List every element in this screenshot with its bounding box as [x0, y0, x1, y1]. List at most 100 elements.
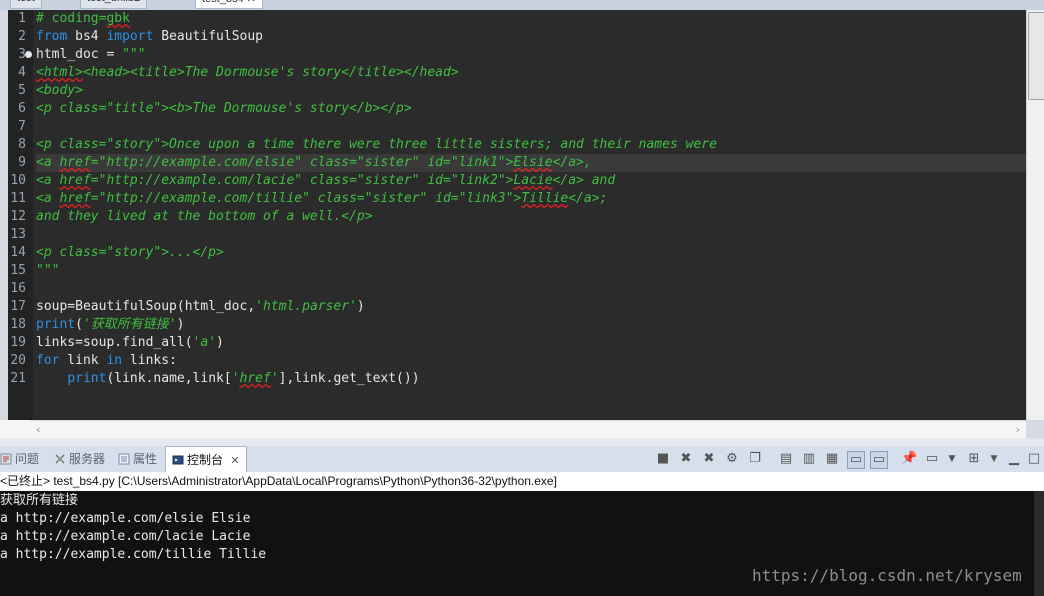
code-token: ],link.get_text()) [278, 371, 420, 386]
code-token: </a>; [568, 191, 608, 206]
code-token: <html> [36, 65, 83, 80]
code-line[interactable] [36, 226, 1026, 244]
copy-icon[interactable]: ❐ [747, 451, 763, 467]
open-console-icon[interactable]: ⊞ [966, 451, 982, 467]
code-line[interactable]: <a href="http://example.com/elsie" class… [36, 154, 1026, 172]
code-line[interactable]: and they lived at the bottom of a well.<… [36, 208, 1026, 226]
code-line[interactable] [36, 118, 1026, 136]
code-token: (link.name,link[ [106, 371, 232, 386]
servers-icon [54, 448, 66, 464]
line-number: 8 [18, 137, 26, 152]
code-line[interactable]: """ [36, 262, 1026, 280]
code-editor[interactable]: 1 2 3 4 5 6 7 8 9 10 11 12 13 14 15 16 17 18 19 20 21 # codi… [8, 10, 1026, 420]
code-line[interactable]: print('获取所有链接') [36, 316, 1026, 334]
console-status: <已终止> test_bs4.py [C:\Users\Administrato… [0, 472, 1044, 492]
code-token: <a [36, 155, 60, 170]
code-token: <p class="story">...</p> [36, 245, 224, 260]
display-console-chevron-down-icon[interactable]: ▼ [944, 451, 960, 467]
code-area[interactable]: # coding=gbk from bs4 import BeautifulSou… [36, 10, 1026, 420]
panel-separator [0, 438, 1044, 446]
code-token: for [36, 353, 60, 368]
watermark: https://blog.csdn.net/krysem [752, 566, 1022, 585]
tab-properties-label: 属性 [133, 452, 158, 466]
code-line[interactable]: <p class="title"><b>The Dormouse's story… [36, 100, 1026, 118]
code-token: """ [122, 47, 146, 62]
code-line[interactable]: # coding=gbk [36, 10, 1026, 28]
code-token: <p class="story">Once upon a time there … [36, 137, 717, 152]
code-line[interactable]: <a href="http://example.com/lacie" class… [36, 172, 1026, 190]
code-line[interactable]: html_doc = """ [36, 46, 1026, 64]
problems-icon [0, 448, 12, 465]
scroll-right-icon[interactable]: › [1016, 423, 1020, 436]
stop-icon[interactable]: ■ [655, 451, 671, 467]
show-on-stderr-icon[interactable]: ▭ [870, 451, 888, 469]
line-number: 13 [10, 227, 26, 242]
code-line[interactable] [36, 280, 1026, 298]
word-wrap-icon[interactable]: ▦ [824, 451, 840, 467]
tab-console[interactable]: 控制台 ✕ [165, 446, 247, 473]
editor-tab-test-urllib2[interactable]: test_urllib2 [80, 0, 148, 9]
code-line[interactable]: <a href="http://example.com/tillie" clas… [36, 190, 1026, 208]
code-token: 'html.parser' [255, 299, 357, 314]
code-token: # coding= [36, 11, 107, 26]
line-number: 7 [18, 119, 26, 134]
editor-horizontal-scrollbar[interactable]: ‹ › [30, 420, 1026, 439]
code-token: '获取所有链接' [82, 317, 177, 332]
pin-console-icon[interactable]: 📌 [901, 451, 917, 467]
code-token: <head><title>The Dormouse's story</title… [82, 65, 459, 80]
code-line[interactable]: <html><head><title>The Dormouse's story<… [36, 64, 1026, 82]
code-token: ="http://example.com/tillie" class="sist… [90, 191, 522, 206]
view-tab-bar: 问题 服务器 属性 控制台 ✕ ■ ✖ ✖ ⚙ ❐ ▤ ▥ ▦ ▭ ▭ 📌 ▭ … [0, 446, 1044, 473]
vertical-scroll-thumb[interactable] [1028, 12, 1044, 100]
code-line[interactable]: <body> [36, 82, 1026, 100]
code-token: <body> [36, 83, 83, 98]
minimize-icon[interactable]: ▁ [1006, 451, 1022, 467]
close-console-icon[interactable]: ✕ [230, 455, 239, 467]
code-line[interactable]: print(link.name,link['href'],link.get_te… [36, 370, 1026, 388]
code-line[interactable]: soup=BeautifulSoup(html_doc,'html.parser… [36, 298, 1026, 316]
console-scrollbar[interactable] [1034, 491, 1044, 596]
fold-marker-icon[interactable] [25, 51, 32, 58]
code-token: ="http://example.com/lacie" class="siste… [90, 173, 514, 188]
code-line[interactable]: from bs4 import BeautifulSoup [36, 28, 1026, 46]
code-token: Tillie [521, 191, 569, 206]
tab-servers[interactable]: 服务器 [54, 446, 105, 472]
show-on-stdout-icon[interactable]: ▭ [847, 451, 865, 469]
tab-servers-label: 服务器 [69, 452, 106, 466]
code-line[interactable]: links=soup.find_all('a') [36, 334, 1026, 352]
code-line[interactable]: for link in links: [36, 352, 1026, 370]
editor-vertical-scrollbar[interactable] [1026, 10, 1044, 420]
editor-tab-test[interactable]: test [10, 0, 42, 9]
display-console-icon[interactable]: ▭ [924, 451, 940, 467]
code-token: ) [356, 299, 365, 314]
properties-icon [118, 448, 130, 465]
maximize-icon[interactable]: □ [1026, 451, 1042, 467]
open-console-chevron-down-icon[interactable]: ▼ [986, 451, 1002, 467]
tab-problems[interactable]: 问题 [0, 446, 39, 472]
code-token: ) [176, 317, 185, 332]
code-token: gbk [106, 11, 130, 26]
code-token: Elsie [513, 155, 553, 170]
scroll-lock-icon[interactable]: ▥ [801, 451, 817, 467]
code-token: ' [231, 371, 240, 386]
code-line[interactable]: <p class="story">Once upon a time there … [36, 136, 1026, 154]
line-number: 20 [10, 353, 26, 368]
scroll-left-icon[interactable]: ‹ [36, 423, 40, 436]
line-number: 14 [10, 245, 26, 260]
code-token: ' [270, 371, 279, 386]
relaunch-icon[interactable]: ⚙ [724, 451, 740, 467]
code-token: <p class="title"><b>The Dormouse's story… [36, 101, 412, 116]
code-token: BeautifulSoup [153, 29, 263, 44]
clear-console-icon[interactable]: ▤ [778, 451, 794, 467]
editor-tab-bar: test test_urllib2 test_bs4 ✕ [0, 0, 1044, 10]
remove-launch-icon[interactable]: ✖ [678, 451, 694, 467]
remove-all-launches-icon[interactable]: ✖ [701, 451, 717, 467]
line-number: 10 [10, 173, 26, 188]
tab-properties[interactable]: 属性 [118, 446, 157, 472]
editor-tab-test-bs4[interactable]: test_bs4 ✕ [195, 0, 263, 9]
line-number: 2 [18, 29, 26, 44]
code-token: print [67, 371, 107, 386]
code-token: print [36, 317, 76, 332]
tab-console-label: 控制台 [187, 453, 224, 467]
code-line[interactable]: <p class="story">...</p> [36, 244, 1026, 262]
